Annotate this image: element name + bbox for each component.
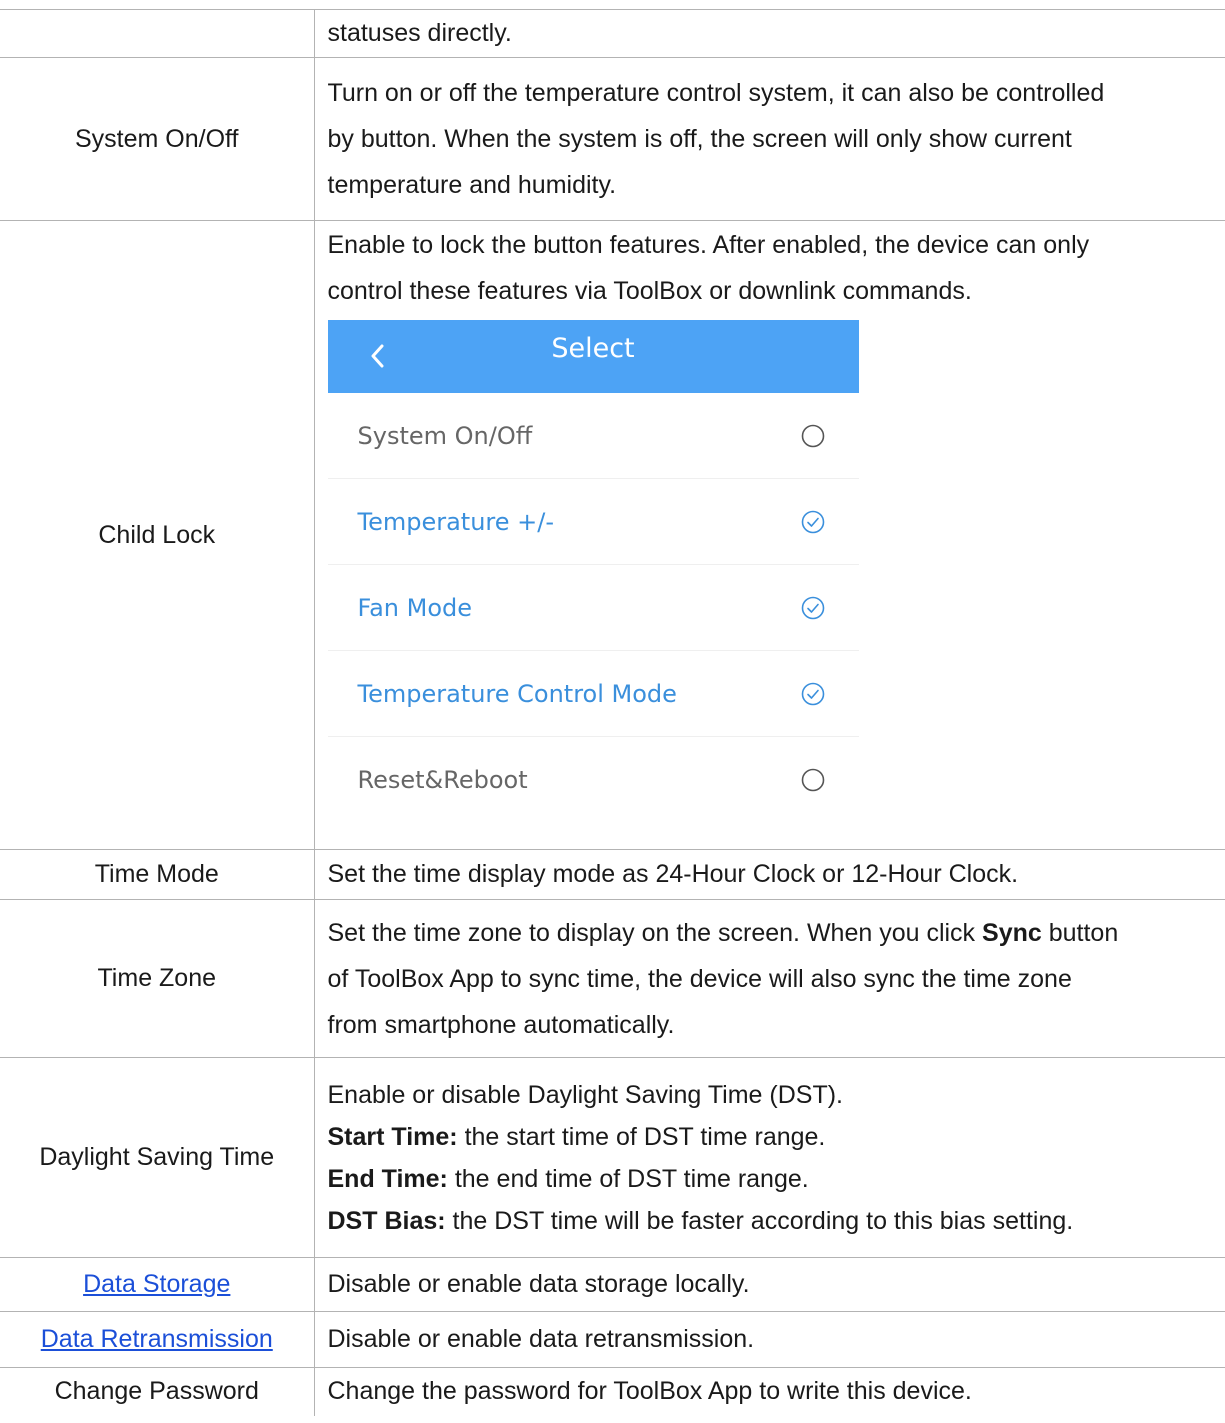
table-row: Data Storage Disable or enable data stor… xyxy=(0,1257,1225,1312)
desc-line: of ToolBox App to sync time, the device … xyxy=(327,964,1072,993)
setting-name-dst: Daylight Saving Time xyxy=(0,1057,315,1258)
option-row[interactable]: Temperature +/- xyxy=(327,479,859,565)
table-row: Child Lock Enable to lock the button fea… xyxy=(0,220,1225,850)
option-row[interactable]: Temperature Control Mode xyxy=(327,651,859,737)
option-row[interactable]: System On/Off xyxy=(327,393,859,479)
desc-line: Set the time display mode as 24-Hour Clo… xyxy=(327,860,1019,888)
app-title: Select xyxy=(551,333,635,364)
option-label: System On/Off xyxy=(357,422,533,450)
dst-term: Start Time: xyxy=(327,1122,458,1151)
setting-name-data-retransmission: Data Retransmission xyxy=(0,1311,315,1368)
option-row[interactable]: Fan Mode xyxy=(327,565,859,651)
setting-name-time-zone: Time Zone xyxy=(0,899,315,1058)
table-row: Time Mode Set the time display mode as 2… xyxy=(0,849,1225,900)
desc-line: Turn on or off the temperature control s… xyxy=(327,79,1105,107)
desc-line: control these features via ToolBox or do… xyxy=(327,277,972,305)
dst-text: the start time of DST time range. xyxy=(457,1122,826,1151)
desc-line: temperature and humidity. xyxy=(327,171,617,199)
setting-desc-cell: Set the time zone to display on the scre… xyxy=(314,900,1225,1058)
check-circle-icon[interactable] xyxy=(801,510,825,534)
setting-desc-cell: Turn on or off the temperature control s… xyxy=(314,58,1225,221)
table-row: Time Zone Set the time zone to display o… xyxy=(0,899,1225,1058)
setting-desc-cell: Set the time display mode as 24-Hour Clo… xyxy=(314,850,1225,900)
desc-line: Set the time zone to display on the scre… xyxy=(328,910,1218,956)
dst-text: the DST time will be faster according to… xyxy=(445,1206,1074,1235)
data-storage-link[interactable]: Data Storage xyxy=(83,1270,230,1298)
setting-name-cell xyxy=(0,9,315,58)
setting-desc-cell: statuses directly. xyxy=(314,10,1225,58)
table-row: Data Retransmission Disable or enable da… xyxy=(0,1311,1225,1368)
desc-line: Enable or disable Daylight Saving Time (… xyxy=(327,1080,844,1109)
sync-term: Sync xyxy=(982,918,1042,947)
desc-line: by button. When the system is off, the s… xyxy=(327,125,1072,153)
dst-text: the end time of DST time range. xyxy=(447,1164,809,1193)
desc-line: Enable to lock the button features. Afte… xyxy=(327,231,1090,259)
dst-term: DST Bias: xyxy=(327,1206,446,1235)
setting-desc-cell: Enable to lock the button features. Afte… xyxy=(314,221,1225,850)
option-label: Fan Mode xyxy=(357,594,473,622)
desc-line: statuses directly. xyxy=(327,19,512,47)
setting-desc-cell: Enable or disable Daylight Saving Time (… xyxy=(314,1058,1225,1258)
desc-line: End Time: the end time of DST time range… xyxy=(328,1158,1218,1200)
setting-name-time-mode: Time Mode xyxy=(0,849,315,900)
setting-desc-cell: Disable or enable data retransmission. xyxy=(314,1312,1225,1368)
setting-name-child-lock: Child Lock xyxy=(0,220,315,850)
toolbox-select-screenshot: Select System On/Off Temperature +/- Fan M… xyxy=(327,320,859,813)
table-row: Daylight Saving Time Enable or disable D… xyxy=(0,1057,1225,1258)
desc-line: DST Bias: the DST time will be faster ac… xyxy=(328,1200,1218,1242)
table-row: System On/Off Turn on or off the tempera… xyxy=(0,57,1225,221)
table-row: statuses directly. xyxy=(0,9,1225,58)
setting-name-system-onoff: System On/Off xyxy=(0,57,315,221)
desc-line: from smartphone automatically. xyxy=(327,1010,675,1039)
desc-line: Disable or enable data retransmission. xyxy=(327,1325,755,1353)
empty-circle-icon[interactable] xyxy=(801,424,825,448)
setting-name-change-password: Change Password xyxy=(0,1367,315,1416)
check-circle-icon[interactable] xyxy=(801,596,825,620)
data-retransmission-link[interactable]: Data Retransmission xyxy=(41,1325,273,1353)
check-circle-icon[interactable] xyxy=(801,682,825,706)
desc-line: Change the password for ToolBox App to w… xyxy=(327,1377,972,1406)
option-list: System On/Off Temperature +/- Fan Mode Temp… xyxy=(327,393,859,813)
option-label: Reset&Reboot xyxy=(357,766,528,794)
desc-text: button xyxy=(1041,918,1119,947)
empty-circle-icon[interactable] xyxy=(801,768,825,792)
option-row[interactable]: Reset&Reboot xyxy=(328,737,859,813)
option-label: Temperature +/- xyxy=(357,508,555,536)
option-label: Temperature Control Mode xyxy=(357,680,677,708)
table-row: Change Password Change the password for … xyxy=(0,1367,1225,1416)
setting-name-data-storage: Data Storage xyxy=(0,1257,315,1312)
desc-line: Start Time: the start time of DST time r… xyxy=(328,1116,1218,1158)
setting-desc-cell: Change the password for ToolBox App to w… xyxy=(314,1368,1225,1416)
desc-text: Set the time zone to display on the scre… xyxy=(327,918,983,947)
desc-line: Disable or enable data storage locally. xyxy=(327,1270,750,1298)
app-header: Select xyxy=(327,320,859,393)
setting-desc-cell: Disable or enable data storage locally. xyxy=(314,1258,1225,1312)
dst-term: End Time: xyxy=(327,1164,448,1193)
settings-table: statuses directly. System On/Off Turn on… xyxy=(0,9,1225,1416)
